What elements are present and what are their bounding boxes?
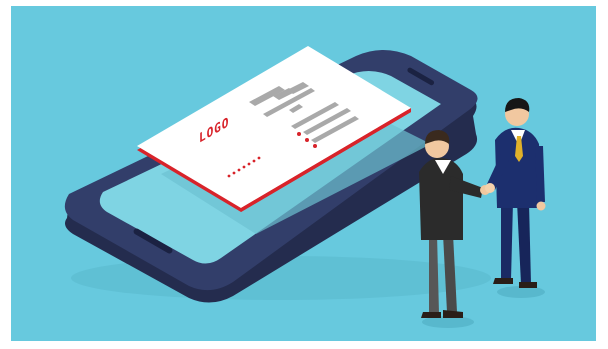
illustration-frame: LOGO (0, 0, 608, 349)
business-card-illustration: LOGO (11, 6, 596, 341)
businessman-right (485, 98, 546, 298)
